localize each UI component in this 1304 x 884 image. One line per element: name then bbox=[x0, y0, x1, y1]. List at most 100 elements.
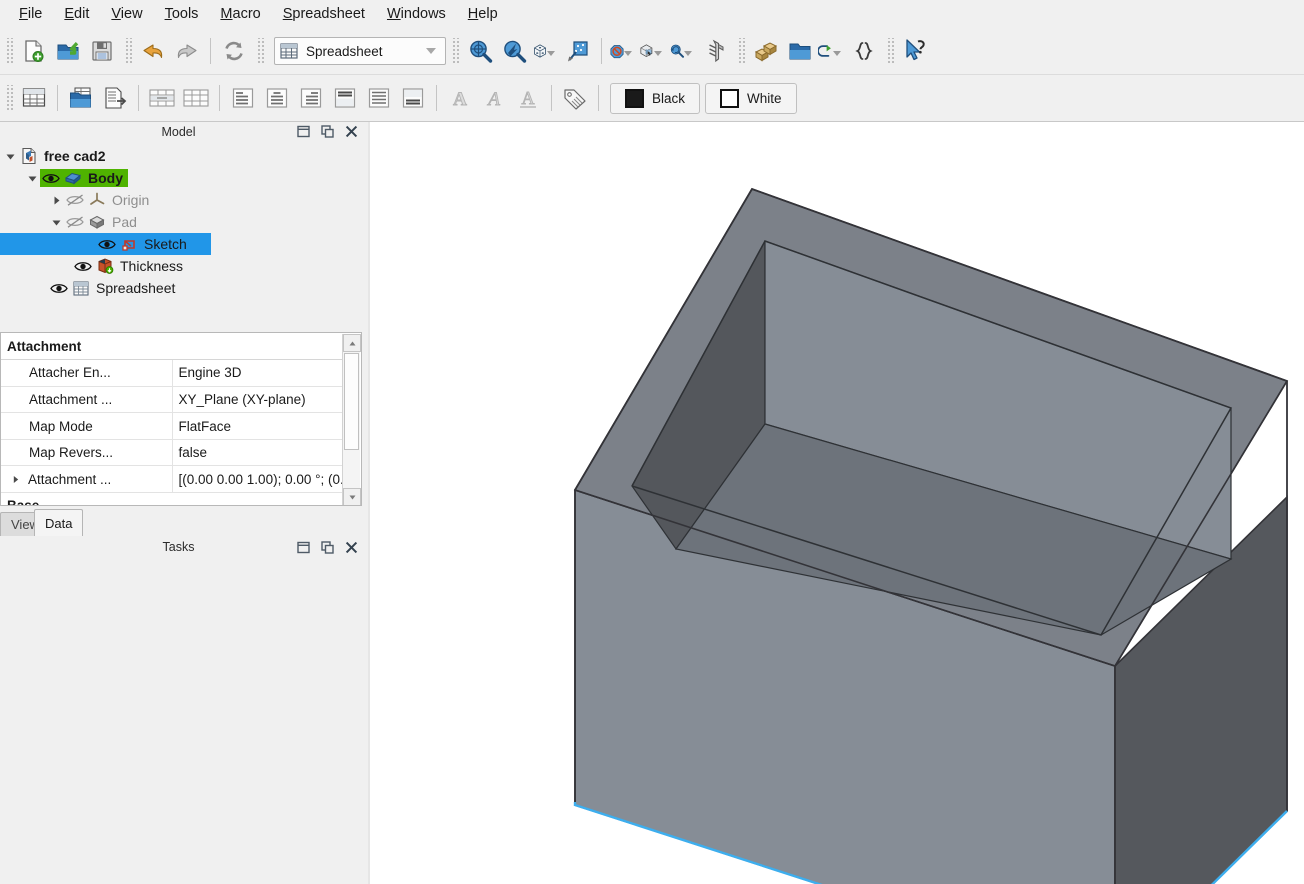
tree-item-pad[interactable]: Pad bbox=[0, 211, 370, 233]
merge-cells-button[interactable] bbox=[145, 81, 179, 115]
property-scrollbar[interactable] bbox=[342, 334, 361, 505]
expand-arrow-down-icon[interactable] bbox=[48, 217, 64, 228]
property-row[interactable]: Map Mode FlatFace bbox=[1, 412, 343, 440]
property-row[interactable]: Attachment ... [(0.00 0.00 1.00); 0.00 °… bbox=[1, 465, 343, 494]
property-editor[interactable]: Attachment Attacher En... Engine 3D Atta… bbox=[0, 332, 362, 506]
export-spreadsheet-button[interactable] bbox=[98, 81, 132, 115]
panel-close-icon[interactable] bbox=[345, 125, 358, 138]
redo-button[interactable] bbox=[170, 34, 204, 68]
chevron-down-icon[interactable] bbox=[547, 50, 555, 56]
property-value[interactable]: false bbox=[172, 439, 343, 467]
stop-loading-button[interactable] bbox=[608, 34, 638, 68]
toolbar-grip-view[interactable] bbox=[451, 38, 460, 64]
expression-button[interactable] bbox=[847, 34, 881, 68]
scroll-up-arrow-icon[interactable] bbox=[343, 334, 361, 352]
align-vcenter-button[interactable] bbox=[362, 81, 396, 115]
menu-view[interactable]: View bbox=[100, 2, 153, 26]
visibility-eye-icon[interactable] bbox=[48, 282, 70, 295]
property-value[interactable]: [(0.00 0.00 1.00); 0.00 °; (0.00 ... bbox=[172, 465, 343, 494]
menu-edit[interactable]: Edit bbox=[53, 2, 100, 26]
scroll-down-arrow-icon[interactable] bbox=[343, 488, 361, 505]
create-spreadsheet-button[interactable] bbox=[17, 81, 51, 115]
style-bold-button[interactable]: A bbox=[443, 81, 477, 115]
property-value[interactable]: XY_Plane (XY-plane) bbox=[172, 386, 343, 414]
toolbar-grip[interactable] bbox=[5, 38, 14, 64]
property-scroll-thumb[interactable] bbox=[344, 353, 359, 450]
property-row[interactable]: Attachment ... XY_Plane (XY-plane) bbox=[1, 386, 343, 414]
tree-item-sketch-highlight[interactable]: Sketch bbox=[0, 233, 211, 255]
tree-item-origin[interactable]: Origin bbox=[0, 189, 370, 211]
foreground-color-button[interactable]: Black bbox=[610, 82, 701, 114]
visibility-eye-hidden-icon[interactable] bbox=[64, 215, 86, 229]
toolbar-grip-sheet[interactable] bbox=[5, 85, 14, 111]
tree-item-body[interactable]: Body bbox=[0, 167, 370, 189]
workbench-selector[interactable]: Spreadsheet bbox=[274, 37, 446, 65]
panel-collapse-icon[interactable] bbox=[297, 541, 310, 554]
tree-item-body-highlight[interactable]: Body bbox=[40, 169, 128, 187]
fit-selection-button[interactable] bbox=[497, 34, 531, 68]
tree-item-spreadsheet[interactable]: Spreadsheet bbox=[0, 277, 370, 299]
undo-button[interactable] bbox=[136, 34, 170, 68]
whats-this-button[interactable] bbox=[898, 34, 932, 68]
tree-item-thickness[interactable]: Thickness bbox=[0, 255, 370, 277]
measure-button[interactable] bbox=[698, 34, 732, 68]
fit-all-button[interactable] bbox=[463, 34, 497, 68]
align-left-button[interactable] bbox=[226, 81, 260, 115]
visibility-eye-hidden-icon[interactable] bbox=[64, 193, 86, 207]
panel-float-icon[interactable] bbox=[321, 125, 334, 138]
3d-viewport[interactable] bbox=[370, 122, 1304, 884]
property-row[interactable]: Attacher En... Engine 3D bbox=[1, 359, 343, 387]
panel-float-icon[interactable] bbox=[321, 540, 334, 554]
tree-item-document[interactable]: free cad2 bbox=[0, 145, 370, 167]
toolbar-grip-structure[interactable] bbox=[737, 38, 746, 64]
property-row[interactable]: Map Revers... false bbox=[1, 439, 343, 467]
property-group-attachment[interactable]: Attachment bbox=[1, 333, 343, 361]
visibility-eye-icon[interactable] bbox=[40, 172, 62, 185]
expand-arrow-right-icon[interactable] bbox=[48, 195, 64, 206]
draw-style-button[interactable] bbox=[561, 34, 595, 68]
create-group-button[interactable] bbox=[783, 34, 817, 68]
alias-button[interactable] bbox=[558, 81, 592, 115]
align-top-button[interactable] bbox=[328, 81, 362, 115]
menu-windows[interactable]: Windows bbox=[376, 2, 457, 26]
toolbar-grip-help[interactable] bbox=[886, 38, 895, 64]
toolbar-grip-edit[interactable] bbox=[124, 38, 133, 64]
property-value[interactable]: Engine 3D bbox=[172, 359, 343, 387]
align-bottom-button[interactable] bbox=[396, 81, 430, 115]
chevron-down-icon[interactable] bbox=[426, 48, 436, 54]
tree-item-sketch[interactable]: Sketch bbox=[0, 233, 370, 255]
panel-close-icon[interactable] bbox=[345, 541, 358, 554]
new-document-button[interactable] bbox=[17, 34, 51, 68]
chevron-down-icon[interactable] bbox=[833, 50, 841, 56]
create-part-button[interactable] bbox=[749, 34, 783, 68]
property-group-base[interactable]: Base bbox=[1, 492, 343, 505]
align-right-button[interactable] bbox=[294, 81, 328, 115]
expand-arrow-right-icon[interactable] bbox=[7, 472, 23, 487]
axonometric-view-button[interactable] bbox=[531, 34, 561, 68]
visibility-eye-icon[interactable] bbox=[72, 260, 94, 273]
chevron-down-icon[interactable] bbox=[684, 50, 692, 56]
save-document-button[interactable] bbox=[85, 34, 119, 68]
visibility-eye-icon[interactable] bbox=[96, 238, 118, 251]
make-link-button[interactable] bbox=[817, 34, 847, 68]
menu-help[interactable]: Help bbox=[457, 2, 509, 26]
split-cell-button[interactable] bbox=[179, 81, 213, 115]
toolbar-grip-workbench[interactable] bbox=[256, 38, 265, 64]
menu-spreadsheet[interactable]: Spreadsheet bbox=[272, 2, 376, 26]
zoom-selection-button[interactable] bbox=[668, 34, 698, 68]
expand-arrow-down-icon[interactable] bbox=[24, 173, 40, 184]
style-underline-button[interactable]: A bbox=[511, 81, 545, 115]
style-italic-button[interactable]: A bbox=[477, 81, 511, 115]
import-spreadsheet-button[interactable] bbox=[64, 81, 98, 115]
tab-data[interactable]: Data bbox=[34, 509, 84, 536]
align-center-button[interactable] bbox=[260, 81, 294, 115]
panel-collapse-icon[interactable] bbox=[297, 125, 310, 138]
chevron-down-icon[interactable] bbox=[624, 50, 632, 56]
property-value[interactable]: FlatFace bbox=[172, 412, 343, 440]
expand-arrow-down-icon[interactable] bbox=[2, 151, 18, 162]
menu-tools[interactable]: Tools bbox=[154, 2, 210, 26]
background-color-button[interactable]: White bbox=[705, 82, 797, 114]
chevron-down-icon[interactable] bbox=[654, 50, 662, 56]
menu-file[interactable]: File bbox=[8, 2, 53, 26]
open-document-button[interactable] bbox=[51, 34, 85, 68]
